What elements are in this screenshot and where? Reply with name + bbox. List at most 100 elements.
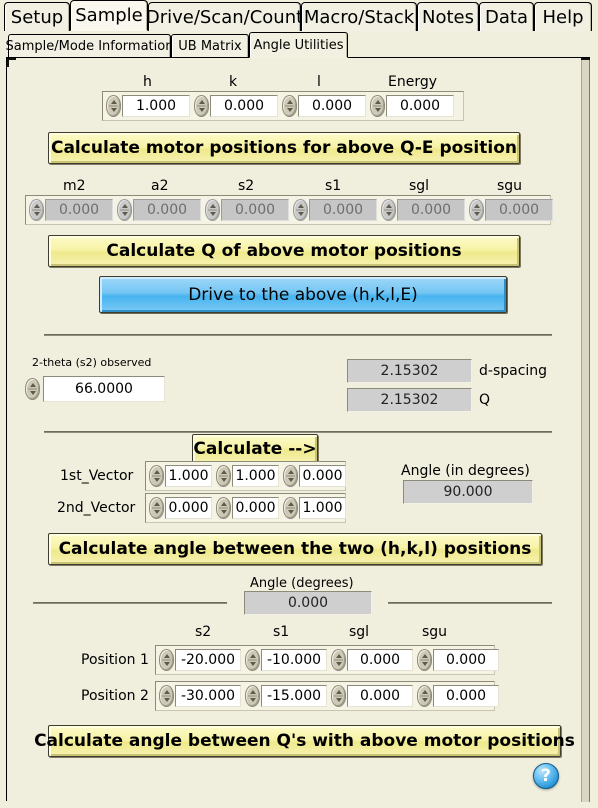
position1-field-1[interactable]: -10.000 (261, 649, 327, 671)
position1-field-3[interactable]: 0.000 (433, 649, 499, 671)
spinner-down-arrow-icon[interactable] (163, 662, 170, 666)
spinner-up-arrow-icon[interactable] (33, 204, 40, 208)
spinner-up-arrow-icon[interactable] (110, 100, 117, 104)
spinner-up-arrow-icon[interactable] (220, 470, 227, 474)
position1-spinner-1[interactable] (245, 649, 260, 671)
drive-to-hkle-button[interactable]: Drive to the above (h,k,l,E) (99, 276, 507, 313)
two-theta-input[interactable]: 66.0000 (43, 376, 165, 402)
position1-field-0[interactable]: -20.000 (175, 649, 241, 671)
spinner-down-arrow-icon[interactable] (249, 698, 256, 702)
spinner-up-arrow-icon[interactable] (287, 502, 294, 506)
qe-field-2[interactable]: 0.000 (298, 95, 366, 117)
motor-spinner-2[interactable] (205, 199, 220, 221)
spinner-up-arrow-icon[interactable] (385, 204, 392, 208)
spinner-up-arrow-icon[interactable] (473, 204, 480, 208)
qe-spinner-2[interactable] (282, 95, 297, 117)
spinner-down-arrow-icon[interactable] (198, 108, 205, 112)
spinner-down-arrow-icon[interactable] (374, 108, 381, 112)
help-icon[interactable]: ? (533, 763, 559, 789)
calculate-motor-positions-button[interactable]: Calculate motor positions for above Q-E … (48, 132, 520, 164)
vector1-spinner-0[interactable] (149, 465, 164, 487)
spinner-down-arrow-icon[interactable] (335, 662, 342, 666)
sub-tab-sample-mode-information[interactable]: Sample/Mode Information (6, 34, 173, 58)
position2-spinner-0[interactable] (159, 685, 174, 707)
position2-field-3[interactable]: 0.000 (433, 685, 499, 707)
spinner-down-arrow-icon[interactable] (163, 698, 170, 702)
spinner-up-arrow-icon[interactable] (209, 204, 216, 208)
calculate-angle-q-button[interactable]: Calculate angle between Q's with above m… (34, 725, 575, 757)
qe-spinner-1[interactable] (194, 95, 209, 117)
motor-spinner-3[interactable] (293, 199, 308, 221)
position2-field-2[interactable]: 0.000 (347, 685, 413, 707)
spinner-up-arrow-icon[interactable] (335, 654, 342, 658)
spinner-up-arrow-icon[interactable] (287, 470, 294, 474)
spinner-down-arrow-icon[interactable] (33, 212, 40, 216)
spinner-up-arrow-icon[interactable] (163, 690, 170, 694)
position2-spinner-1[interactable] (245, 685, 260, 707)
spinner-up-arrow-icon[interactable] (153, 470, 160, 474)
spinner-up-arrow-icon[interactable] (421, 654, 428, 658)
vector2-field-0[interactable]: 0.000 (165, 497, 212, 519)
sub-tab-ub-matrix[interactable]: UB Matrix (171, 34, 249, 58)
spinner-down-arrow-icon[interactable] (473, 212, 480, 216)
spinner-down-arrow-icon[interactable] (249, 662, 256, 666)
vector1-field-2[interactable]: 0.000 (299, 465, 346, 487)
spinner-down-arrow-icon[interactable] (209, 212, 216, 216)
spinner-down-arrow-icon[interactable] (121, 212, 128, 216)
spinner-up-arrow-icon[interactable] (249, 690, 256, 694)
vertical-scrollbar[interactable] (581, 60, 590, 802)
position1-spinner-3[interactable] (417, 649, 432, 671)
main-tab-macro-stack[interactable]: Macro/Stack (301, 2, 417, 31)
motor-spinner-1[interactable] (117, 199, 132, 221)
vector1-field-0[interactable]: 1.000 (165, 465, 212, 487)
spinner-up-arrow-icon[interactable] (29, 383, 36, 387)
main-tab-sample[interactable]: Sample (70, 0, 148, 31)
spinner-up-arrow-icon[interactable] (421, 690, 428, 694)
main-tab-help[interactable]: Help (534, 2, 592, 31)
motor-spinner-4[interactable] (381, 199, 396, 221)
position2-spinner-2[interactable] (331, 685, 346, 707)
qe-field-1[interactable]: 0.000 (210, 95, 278, 117)
spinner-down-arrow-icon[interactable] (220, 510, 227, 514)
main-tab-notes[interactable]: Notes (417, 2, 479, 31)
calculate-arrow-button[interactable]: Calculate --> (192, 434, 318, 464)
calculate-q-button[interactable]: Calculate Q of above motor positions (48, 235, 520, 267)
vector1-spinner-2[interactable] (283, 465, 298, 487)
main-tab-drive-scan-count[interactable]: Drive/Scan/Count (146, 2, 303, 31)
spinner-down-arrow-icon[interactable] (153, 510, 160, 514)
spinner-up-arrow-icon[interactable] (249, 654, 256, 658)
vector1-spinner-1[interactable] (216, 465, 231, 487)
spinner-down-arrow-icon[interactable] (335, 698, 342, 702)
spinner-down-arrow-icon[interactable] (153, 478, 160, 482)
spinner-up-arrow-icon[interactable] (198, 100, 205, 104)
qe-field-3[interactable]: 0.000 (386, 95, 454, 117)
position1-field-2[interactable]: 0.000 (347, 649, 413, 671)
spinner-up-arrow-icon[interactable] (286, 100, 293, 104)
spinner-down-arrow-icon[interactable] (287, 478, 294, 482)
spinner-down-arrow-icon[interactable] (286, 108, 293, 112)
motor-spinner-0[interactable] (29, 199, 44, 221)
position2-field-1[interactable]: -15.000 (261, 685, 327, 707)
vector2-spinner-0[interactable] (149, 497, 164, 519)
motor-spinner-5[interactable] (469, 199, 484, 221)
main-tab-setup[interactable]: Setup (4, 2, 70, 31)
qe-spinner-3[interactable] (370, 95, 385, 117)
vector2-field-1[interactable]: 0.000 (232, 497, 279, 519)
spinner-up-arrow-icon[interactable] (335, 690, 342, 694)
vector2-spinner-2[interactable] (283, 497, 298, 519)
qe-spinner-0[interactable] (106, 95, 121, 117)
spinner-down-arrow-icon[interactable] (421, 698, 428, 702)
spinner-up-arrow-icon[interactable] (374, 100, 381, 104)
spinner-up-arrow-icon[interactable] (297, 204, 304, 208)
spinner-down-arrow-icon[interactable] (385, 212, 392, 216)
spinner-down-arrow-icon[interactable] (287, 510, 294, 514)
calculate-angle-hkl-button[interactable]: Calculate angle between the two (h,k,l) … (48, 533, 542, 565)
spinner-up-arrow-icon[interactable] (153, 502, 160, 506)
vector2-field-2[interactable]: 1.000 (299, 497, 346, 519)
sub-tab-angle-utilities[interactable]: Angle Utilities (249, 32, 348, 58)
spinner-up-arrow-icon[interactable] (220, 502, 227, 506)
spinner-down-arrow-icon[interactable] (110, 108, 117, 112)
two-theta-spinner[interactable] (25, 378, 40, 400)
spinner-down-arrow-icon[interactable] (220, 478, 227, 482)
spinner-up-arrow-icon[interactable] (163, 654, 170, 658)
